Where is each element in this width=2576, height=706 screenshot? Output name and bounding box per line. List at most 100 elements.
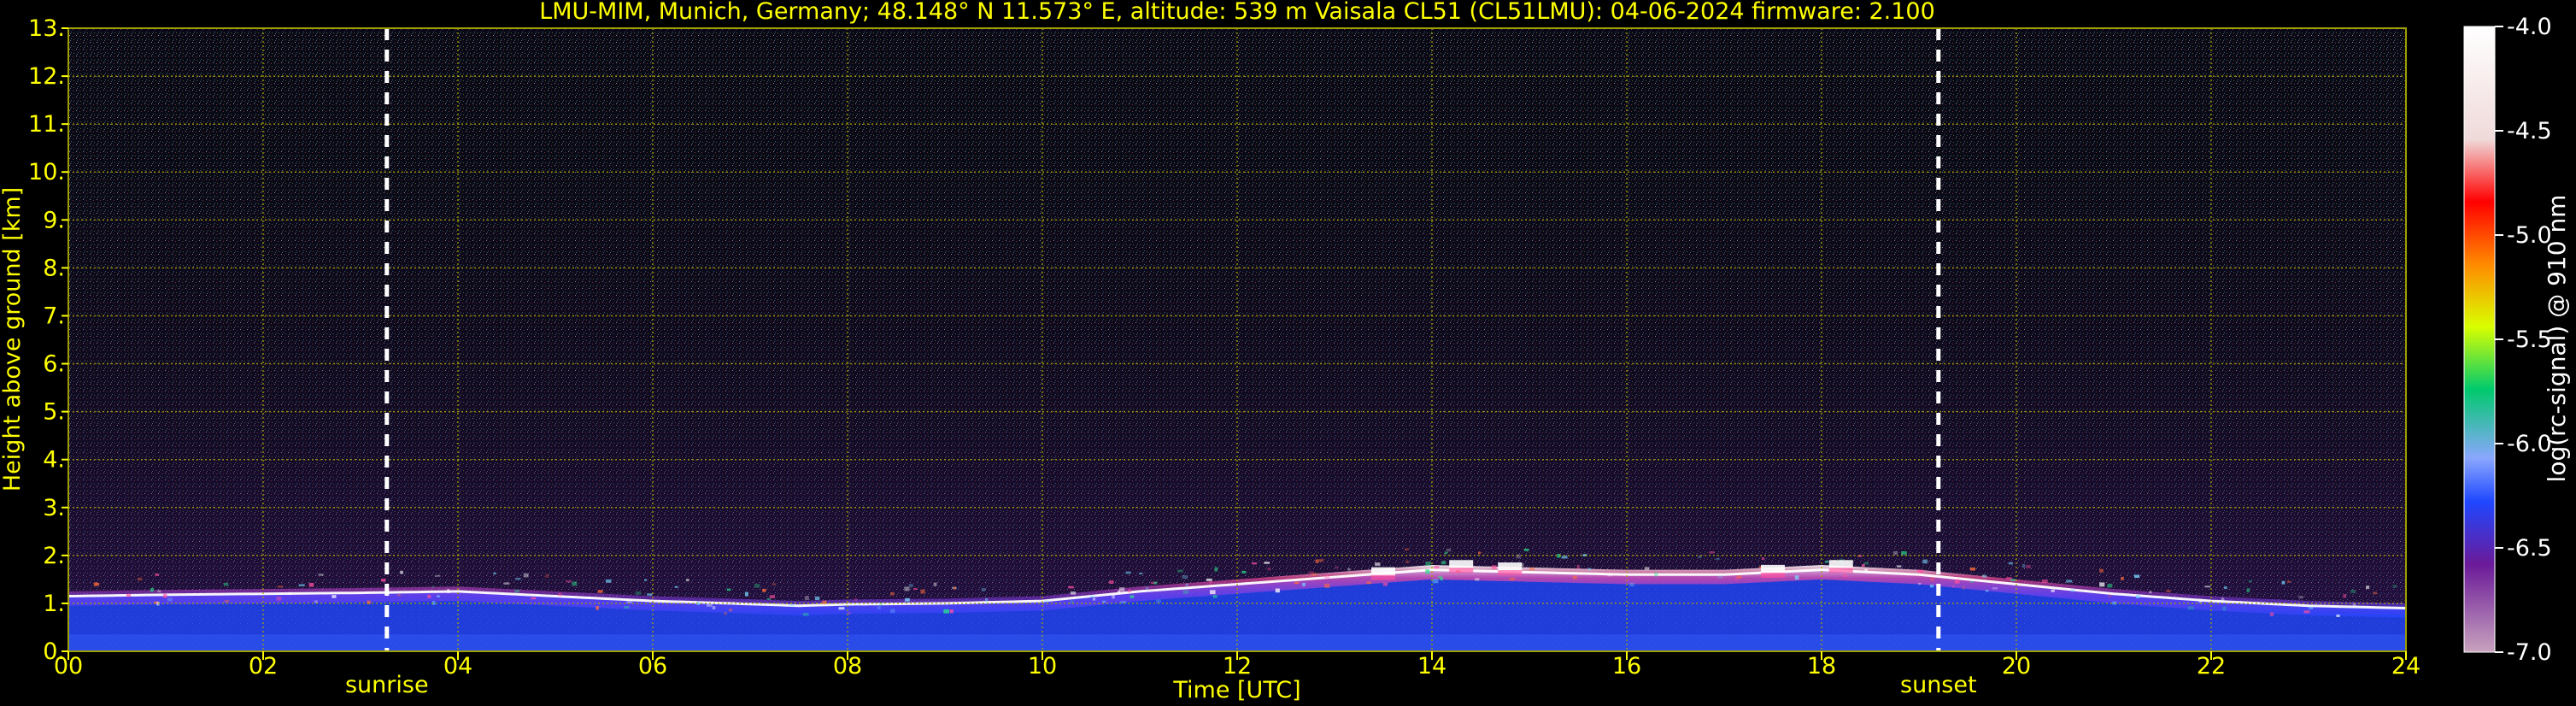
colorbar: -4.0-4.5-5.0-5.5-6.0-6.5-7.0 log(rc-sign… [2463, 14, 2571, 666]
y-tick-label: 4. [43, 447, 65, 474]
aerosol-speck [905, 597, 910, 602]
aerosol-speck [1576, 564, 1580, 569]
aerosol-speck [2309, 607, 2314, 609]
aerosol-speck [1901, 550, 1907, 556]
cloud-top-edge [1828, 568, 1853, 574]
aerosol-speck [1985, 590, 1989, 592]
aerosol-speck [762, 588, 766, 592]
aerosol-speck [1491, 565, 1497, 569]
sunset-label: sunset [1900, 672, 1977, 698]
aerosol-speck [1930, 577, 1935, 582]
y-tick-label: 8. [43, 255, 65, 281]
aerosol-speck [437, 595, 440, 597]
aerosol-speck [2066, 580, 2073, 583]
aerosol-speck [1734, 577, 1738, 580]
colorbar-tick-label: -4.0 [2507, 14, 2552, 40]
aerosol-speck [1382, 582, 1388, 586]
aerosol-speck [523, 573, 529, 578]
cloud-top-mark [1498, 562, 1523, 572]
aerosol-speck [1864, 568, 1868, 573]
aerosol-speck [1206, 578, 1212, 581]
aerosol-speck [2107, 583, 2113, 588]
aerosol-speck [1182, 590, 1189, 594]
aerosol-speck [1153, 581, 1158, 585]
aerosol-speck [712, 606, 716, 609]
aerosol-speck [381, 579, 386, 582]
aerosol-speck [1118, 590, 1121, 594]
aerosol-speck [1324, 583, 1330, 588]
cloud-top-edge [1449, 568, 1474, 574]
sky-fade [68, 28, 2406, 651]
aerosol-speck [1315, 559, 1319, 563]
aerosol-speck [150, 587, 155, 591]
aerosol-speck [605, 579, 612, 583]
aerosol-speck [277, 585, 284, 588]
aerosol-speck [2350, 590, 2356, 593]
aerosol-speck [2099, 568, 2104, 573]
aerosol-speck [1267, 567, 1271, 571]
aerosol-speck [1092, 597, 1096, 601]
aerosol-speck [2026, 565, 2031, 568]
y-tick-label: 7. [43, 303, 65, 329]
aerosol-speck [514, 589, 520, 593]
aerosol-speck [754, 584, 760, 588]
aerosol-speck [2373, 591, 2378, 595]
aerosol-speck [1761, 556, 1765, 561]
aerosol-speck [531, 597, 537, 600]
aerosol-speck [1982, 574, 1987, 578]
aerosol-speck [332, 595, 337, 598]
aerosol-speck [854, 597, 858, 602]
aerosol-speck [224, 600, 230, 603]
aerosol-speck [318, 574, 324, 576]
aerosol-speck [814, 596, 820, 601]
cloud-top-mark [1828, 560, 1853, 569]
colorbar-gradient [2463, 26, 2496, 653]
aerosol-speck [223, 582, 229, 586]
aerosol-speck [908, 584, 913, 587]
cloud-top-edge [1371, 574, 1395, 580]
y-tick-label: 1. [43, 591, 65, 617]
aerosol-speck [2041, 579, 2048, 584]
aerosol-speck [1529, 567, 1535, 571]
aerosol-speck [772, 583, 776, 585]
x-tick-label: 10 [1028, 653, 1057, 680]
y-tick-label: 12. [28, 63, 65, 90]
aerosol-speck [1572, 575, 1577, 580]
cloud-top-mark [1761, 564, 1785, 574]
aerosol-speck [1068, 585, 1074, 589]
y-tick-label: 2. [43, 543, 65, 569]
aerosol-speck [724, 612, 728, 615]
aerosol-speck [163, 593, 167, 598]
aerosol-speck [1969, 568, 1976, 571]
aerosol-speck [789, 603, 795, 607]
aerosol-speck [434, 574, 441, 577]
aerosol-speck [1607, 574, 1613, 577]
x-tick-label: 12 [1223, 653, 1252, 680]
aerosol-speck [308, 582, 314, 587]
aerosol-speck [2248, 580, 2253, 583]
aerosol-speck [1182, 574, 1188, 580]
aerosol-speck [766, 597, 772, 600]
aerosol-speck [933, 582, 937, 586]
aerosol-speck [1843, 574, 1847, 578]
y-axis-title: Height above ground [km] [0, 187, 26, 491]
y-tick-label: 10. [28, 159, 65, 185]
cloud-top-edge [1498, 570, 1523, 576]
aerosol-speck [1587, 568, 1592, 571]
chart-title: LMU-MIM, Munich, Germany; 48.148° N 11.5… [539, 0, 1935, 25]
x-tick-label: 02 [249, 653, 278, 680]
colorbar-tick-label: -7.0 [2507, 639, 2552, 666]
aerosol-speck [1654, 572, 1658, 577]
aerosol-speck [2108, 594, 2112, 597]
aerosol-speck [1347, 568, 1351, 571]
aerosol-speck [545, 574, 549, 578]
y-tick-label: 6. [43, 351, 65, 378]
aerosol-speck [597, 590, 603, 593]
aerosol-speck [1432, 579, 1439, 584]
aerosol-speck [2204, 585, 2211, 588]
aerosol-speck [1128, 589, 1131, 593]
aerosol-speck [1444, 551, 1448, 555]
aerosol-speck [2222, 606, 2227, 611]
aerosol-speck [804, 596, 809, 600]
x-tick-label: 06 [638, 653, 667, 680]
